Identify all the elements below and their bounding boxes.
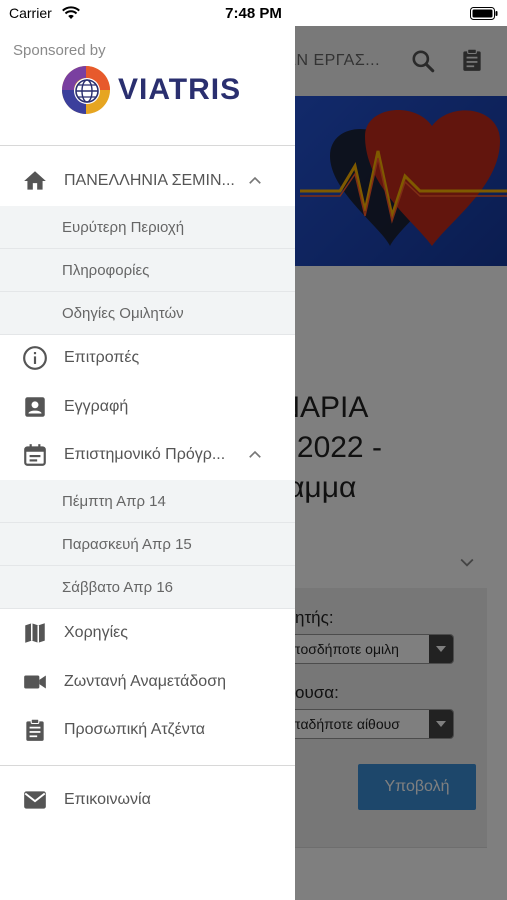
info-icon xyxy=(22,345,48,371)
submenu-item-wider-area[interactable]: Ευρύτερη Περιοχή xyxy=(0,206,295,249)
submenu-item-saturday[interactable]: Σάββατο Απρ 16 xyxy=(0,566,295,609)
menu-item-live-stream[interactable]: Ζωντανή Αναμετάδοση xyxy=(0,658,295,706)
calendar-icon xyxy=(22,442,48,468)
chevron-up-icon[interactable] xyxy=(246,172,264,190)
menu-item-label: Επικοινωνία xyxy=(64,791,151,808)
submenu-item-speaker-guidelines[interactable]: Οδηγίες Ομιλητών xyxy=(0,292,295,335)
menu-item-label: Χορηγίες xyxy=(64,624,128,641)
clock: 7:48 PM xyxy=(225,5,282,22)
menu-item-label: Εγγραφή xyxy=(64,398,129,415)
menu-item-registration[interactable]: Εγγραφή xyxy=(0,383,295,431)
battery-icon xyxy=(470,7,498,20)
submenu-item-label: Οδηγίες Ομιλητών xyxy=(62,304,184,322)
submenu-item-label: Παρασκευή Απρ 15 xyxy=(62,535,192,553)
menu-item-sponsors[interactable]: Χορηγίες xyxy=(0,609,295,657)
menu-item-label: ΠΑΝΕΛΛΗΝΙΑ ΣΕΜΙΝ... xyxy=(64,172,235,189)
navigation-drawer: Sponsored by VIATRIS ΠΑΝΕΛΛΗΝΙΑ ΣΕΜΙΝ...… xyxy=(0,26,295,900)
menu-item-label: Επιστημονικό Πρόγρ... xyxy=(64,446,226,463)
viatris-globe-icon xyxy=(62,66,110,114)
menu-item-contact[interactable]: Επικοινωνία xyxy=(0,776,295,824)
home-icon xyxy=(22,168,48,194)
menu-item-scientific-program[interactable]: Επιστημονικό Πρόγρ... xyxy=(0,431,295,479)
submenu-item-label: Πέμπτη Απρ 14 xyxy=(62,492,166,510)
divider xyxy=(0,765,295,766)
menu-item-seminars[interactable]: ΠΑΝΕΛΛΗΝΙΑ ΣΕΜΙΝ... xyxy=(0,157,295,205)
submenu-item-label: Σάββατο Απρ 16 xyxy=(62,578,174,596)
account-box-icon xyxy=(22,394,48,420)
menu-item-label: Επιτροπές xyxy=(64,349,140,366)
submenu-item-information[interactable]: Πληροφορίες xyxy=(0,249,295,292)
menu-item-label: Ζωντανή Αναμετάδοση xyxy=(64,673,226,690)
submenu-item-thursday[interactable]: Πέμπτη Απρ 14 xyxy=(0,480,295,523)
sponsor-label: Sponsored by xyxy=(13,42,106,59)
status-bar: Carrier 7:48 PM xyxy=(0,0,507,26)
menu-item-committees[interactable]: Επιτροπές xyxy=(0,334,295,382)
map-icon xyxy=(22,620,48,646)
menu-item-label: Προσωπική Ατζέντα xyxy=(64,721,206,738)
logo-wordmark: VIATRIS xyxy=(118,73,242,106)
submenu-item-label: Ευρύτερη Περιοχή xyxy=(62,218,185,236)
divider xyxy=(0,145,295,146)
submenu-item-label: Πληροφορίες xyxy=(62,261,150,279)
chevron-up-icon[interactable] xyxy=(246,446,264,464)
videocam-icon xyxy=(22,669,48,695)
mail-icon xyxy=(22,787,48,813)
submenu-item-friday[interactable]: Παρασκευή Απρ 15 xyxy=(0,523,295,566)
clipboard-icon xyxy=(22,717,48,743)
sponsor-logo: VIATRIS xyxy=(60,64,241,116)
menu-item-personal-agenda[interactable]: Προσωπική Ατζέντα xyxy=(0,706,295,754)
